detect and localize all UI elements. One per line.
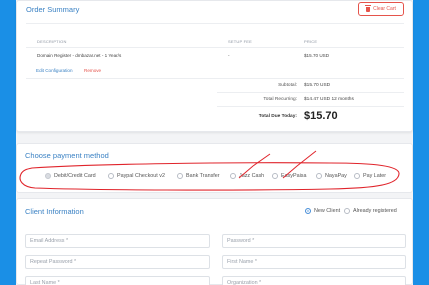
repeat-password-field[interactable]: [25, 255, 210, 269]
edit-configuration-link[interactable]: Edit Configuration: [36, 68, 73, 73]
payment-option-label: Debit/Credit Card: [54, 173, 96, 179]
payment-option-debit-credit-card[interactable]: Debit/Credit Card: [45, 173, 96, 179]
total-due-label: Total Due Today:: [258, 114, 297, 119]
column-description: DESCRIPTION: [37, 39, 67, 44]
order-divider-recurring: [217, 106, 404, 107]
payment-option-bank-transfer[interactable]: Bank Transfer: [177, 173, 220, 179]
payment-option-label: NayaPay: [325, 173, 347, 179]
new-client-option[interactable]: New Client: [305, 208, 340, 214]
organization-field[interactable]: [222, 276, 406, 285]
radio-already-registered[interactable]: [344, 208, 350, 214]
payment-option-label: Jazz Cash: [239, 173, 265, 179]
total-due-value: $15.70: [304, 110, 338, 122]
subtotal-label: Subtotal:: [278, 83, 297, 88]
radio-nayapay[interactable]: [316, 173, 322, 179]
column-price: PRICE: [304, 39, 318, 44]
payment-option-label: Paypal Checkout v2: [117, 173, 165, 179]
item-price: $15.70 USD: [304, 53, 330, 58]
email-field[interactable]: [25, 234, 210, 248]
payment-option-paypal-checkout[interactable]: Paypal Checkout v2: [108, 173, 165, 179]
radio-new-client[interactable]: [305, 208, 311, 214]
subtotal-value: $15.70 USD: [304, 83, 331, 88]
already-registered-label: Already registered: [353, 208, 397, 214]
payment-options: Debit/Credit Card Paypal Checkout v2 Ban…: [16, 170, 413, 186]
order-divider-top: [26, 23, 404, 24]
payment-option-label: EasyPaisa: [281, 173, 307, 179]
recurring-label: Total Recurring:: [263, 97, 297, 102]
password-field[interactable]: [222, 234, 406, 248]
item-setup-fee: -: [228, 53, 230, 58]
recurring-value: $14.47 USD 12 months: [304, 97, 354, 102]
column-setup-fee: SETUP FEE: [228, 39, 252, 44]
checkout-page: Order Summary Clear Cart DESCRIPTION SET…: [16, 0, 413, 285]
clear-cart-label: Clear Cart: [373, 6, 396, 12]
radio-paypal-checkout[interactable]: [108, 173, 114, 179]
clear-cart-button[interactable]: Clear Cart: [358, 2, 404, 16]
payment-option-label: Bank Transfer: [186, 173, 220, 179]
already-registered-option[interactable]: Already registered: [344, 208, 397, 214]
payment-option-jazz-cash[interactable]: Jazz Cash: [230, 173, 264, 179]
radio-debit-credit-card[interactable]: [45, 173, 51, 179]
trash-icon: [365, 5, 372, 12]
client-information-title: Client Information: [25, 207, 84, 216]
radio-bank-transfer[interactable]: [177, 173, 183, 179]
radio-jazz-cash[interactable]: [230, 173, 236, 179]
last-name-field[interactable]: [25, 276, 210, 285]
payment-method-title: Choose payment method: [25, 151, 109, 160]
item-description: Domain Register - dmbazar.net - 1 Year/s: [37, 53, 122, 58]
radio-easypaisa[interactable]: [272, 173, 278, 179]
payment-option-label: Pay Later: [363, 173, 387, 179]
order-summary-title: Order Summary: [26, 5, 80, 14]
payment-option-easypaisa[interactable]: EasyPaisa: [272, 173, 306, 179]
order-divider-subtotal: [217, 92, 404, 93]
order-divider-items: [26, 78, 404, 79]
first-name-field[interactable]: [222, 255, 406, 269]
payment-option-nayapay[interactable]: NayaPay: [316, 173, 347, 179]
order-summary-card: Order Summary Clear Cart DESCRIPTION SET…: [16, 0, 413, 132]
new-client-label: New Client: [314, 208, 341, 214]
remove-link[interactable]: Remove: [84, 68, 101, 73]
payment-option-pay-later[interactable]: Pay Later: [354, 173, 386, 179]
radio-pay-later[interactable]: [354, 173, 360, 179]
order-divider-header: [26, 47, 404, 48]
